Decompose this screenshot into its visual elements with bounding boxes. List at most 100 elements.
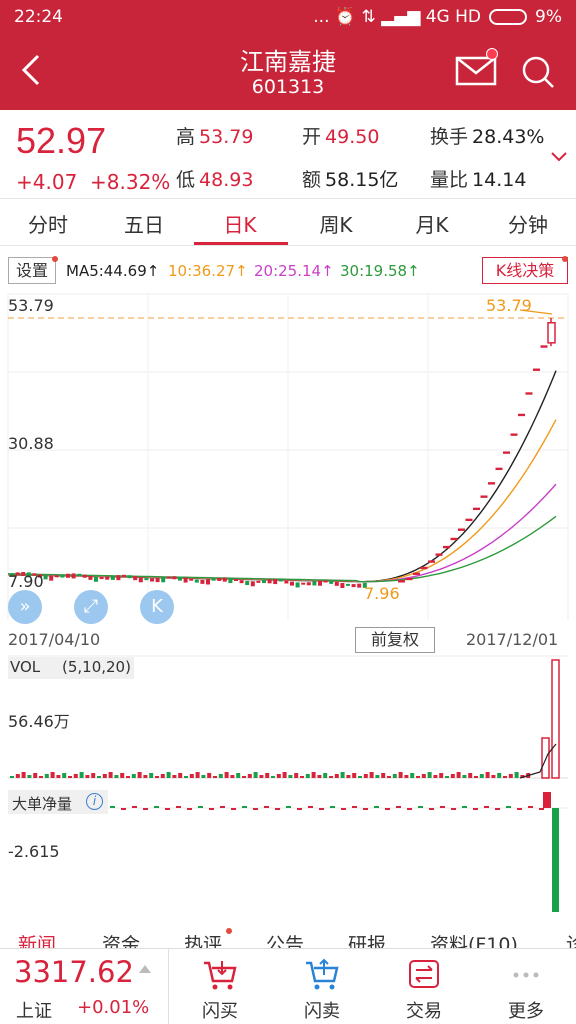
candle (443, 545, 450, 549)
expand-icon[interactable]: ⤢ (74, 590, 108, 624)
volume-bar (421, 774, 426, 778)
volume-bar (224, 772, 229, 778)
volume-bar (56, 775, 61, 778)
volume-bar (445, 776, 449, 778)
candle (267, 579, 272, 584)
index-value[interactable]: 3317.62 (14, 955, 134, 989)
tab-five-day[interactable]: 五日 (118, 209, 170, 238)
big-order-bar (209, 808, 214, 810)
last-price: 52.97 (16, 120, 107, 161)
chevron-down-icon[interactable] (550, 148, 568, 166)
volume-bar (114, 775, 119, 778)
candle (172, 576, 177, 580)
big-order-panel: 大单净量 i -2.615 (0, 788, 576, 916)
candle (473, 507, 480, 511)
volume-bar (131, 774, 136, 778)
tab-weekly-k[interactable]: 周K (310, 209, 362, 238)
quote-volume-ratio: 量比 14.14 (430, 169, 527, 191)
volume-bar (102, 774, 107, 778)
index-name: 上证 (16, 1001, 52, 1022)
candle (206, 579, 210, 585)
candle (323, 580, 328, 583)
more-button[interactable]: 更多 (476, 949, 576, 1024)
tab-diagnosis[interactable]: 诊 (566, 930, 576, 948)
big-order-bar (220, 806, 225, 808)
candle (250, 581, 255, 587)
tab-news[interactable]: 新闻 (18, 930, 56, 948)
volume-bar (143, 775, 148, 778)
quote-low: 低 48.93 (176, 169, 254, 191)
volume-bar (265, 773, 270, 778)
volume-bar (15, 774, 20, 778)
volume-bar (462, 775, 467, 778)
start-date: 2017/04/10 (8, 630, 101, 649)
flash-buy-button[interactable]: 闪买 (170, 949, 270, 1024)
candle (161, 577, 166, 583)
fast-forward-icon[interactable]: » (8, 590, 42, 624)
volume-bar (137, 772, 142, 778)
volume-bar (392, 774, 397, 778)
volume-bar (433, 775, 438, 778)
big-order-bar (418, 806, 423, 808)
candle (71, 573, 76, 579)
ma10-label: 10:36.27↑ (168, 262, 248, 280)
volume-bar (288, 775, 293, 778)
candle (503, 451, 510, 454)
volume-bar (375, 775, 380, 778)
tab-minute[interactable]: 分钟 (500, 209, 556, 238)
period-tabs: 分时 五日 日K 周K 月K 分钟 (0, 198, 576, 246)
volume-bar (33, 773, 38, 778)
info-icon[interactable]: i (86, 793, 103, 810)
adjust-button[interactable]: 前复权 (355, 627, 435, 653)
volume-bar (282, 772, 287, 778)
settings-button[interactable]: 设置 (8, 257, 56, 284)
quote-high: 高 53.79 (176, 126, 254, 148)
candle (200, 579, 205, 584)
volume-bar (189, 774, 194, 778)
trade-button[interactable]: 交易 (374, 949, 474, 1024)
candle (94, 576, 98, 582)
trade-arrows-icon (409, 960, 439, 988)
volume-bar (178, 773, 183, 778)
search-icon[interactable] (518, 52, 558, 92)
tab-monthly-k[interactable]: 月K (406, 209, 458, 238)
kline-svg (7, 293, 569, 620)
volume-bar (259, 775, 264, 778)
volume-bar (363, 774, 368, 778)
candle (334, 581, 339, 586)
candle (329, 580, 334, 584)
k-decision-button[interactable]: K线决策 (482, 257, 568, 284)
flash-sell-button[interactable]: 闪卖 (272, 949, 372, 1024)
volume-bar (218, 774, 223, 778)
volume-bar (201, 775, 206, 778)
kline-chart[interactable]: 53.79 30.88 7.90 53.79 7.96 » ⤢ K (0, 288, 576, 628)
tab-announcements[interactable]: 公告 (266, 930, 304, 948)
volume-bar (195, 772, 200, 778)
big-order-bar (297, 808, 302, 810)
tab-research[interactable]: 研报 (348, 930, 386, 948)
quote-open: 开 49.50 (302, 126, 380, 148)
candle (306, 582, 311, 586)
candle (155, 578, 160, 583)
tab-f10[interactable]: 资料(F10) (430, 930, 518, 948)
candle (290, 581, 294, 586)
tab-hot-comments[interactable]: 热评 (184, 930, 222, 948)
candle (435, 553, 443, 556)
volume-bar (97, 776, 101, 778)
tab-daily-k[interactable]: 日K (214, 209, 266, 238)
candle (413, 572, 420, 575)
hot-comments-dot (226, 928, 232, 934)
big-order-bar (143, 808, 148, 810)
tab-intraday[interactable]: 分时 (22, 209, 74, 238)
volume-bar (456, 772, 461, 778)
candle (346, 583, 350, 586)
k-icon[interactable]: K (140, 590, 174, 624)
candle (318, 580, 322, 586)
candle (312, 581, 317, 586)
big-order-bar (484, 806, 489, 808)
big-order-bar (374, 806, 379, 808)
tab-funds[interactable]: 资金 (102, 930, 140, 948)
volume-bar (10, 776, 14, 778)
big-order-bar (451, 808, 456, 810)
ma20-label: 20:25.14↑ (254, 262, 334, 280)
